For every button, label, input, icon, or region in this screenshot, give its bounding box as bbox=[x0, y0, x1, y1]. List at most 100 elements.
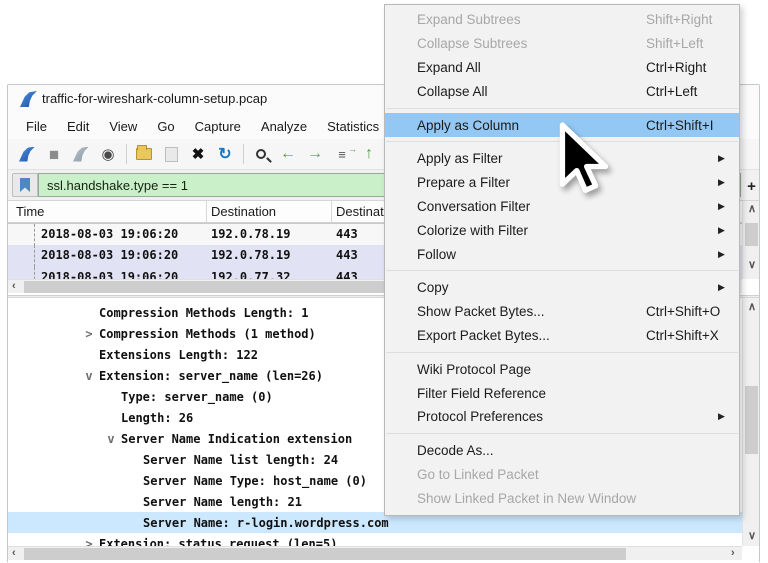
menu-item-expand-all[interactable]: Expand All Ctrl+Right bbox=[385, 56, 739, 80]
find-packet-icon[interactable] bbox=[250, 143, 272, 165]
tree-item-label: Type: server_name (0) bbox=[121, 390, 273, 404]
menu-item-shortcut: Ctrl+Shift+O bbox=[646, 304, 720, 319]
menu-item-colorize-with-filter[interactable]: Colorize with Filter ▶ bbox=[385, 218, 739, 242]
menu-item-decode-as[interactable]: Decode As... bbox=[385, 439, 739, 463]
capture-options-icon[interactable]: ◉ bbox=[97, 143, 119, 165]
packet-list-vscrollbar[interactable]: ∧ ∨ bbox=[742, 201, 759, 279]
cell-destination: 192.0.78.19 bbox=[211, 227, 290, 241]
wireshark-logo-icon bbox=[20, 91, 37, 107]
go-forward-icon[interactable]: → bbox=[304, 143, 326, 165]
first-packet-icon[interactable]: ↑ bbox=[358, 143, 380, 165]
menu-item-label: Colorize with Filter bbox=[417, 223, 528, 238]
menu-view[interactable]: View bbox=[99, 115, 147, 138]
menu-item-prepare-a-filter[interactable]: Prepare a Filter ▶ bbox=[385, 171, 739, 195]
scroll-down-icon[interactable]: ∨ bbox=[748, 259, 756, 272]
reload-file-icon[interactable]: ↻ bbox=[214, 143, 236, 165]
menu-item-apply-as-column[interactable]: Apply as Column Ctrl+Shift+I bbox=[385, 113, 739, 137]
cell-destination-port: 443 bbox=[336, 248, 358, 262]
menu-item-wiki-protocol-page[interactable]: Wiki Protocol Page bbox=[385, 357, 739, 381]
menu-item-label: Conversation Filter bbox=[417, 199, 530, 214]
context-menu: Expand Subtrees Shift+Right Collapse Sub… bbox=[384, 4, 740, 516]
menu-item-label: Decode As... bbox=[417, 443, 494, 458]
menu-capture[interactable]: Capture bbox=[185, 115, 251, 138]
menu-item-label: Wiki Protocol Page bbox=[417, 362, 531, 377]
window-title: traffic-for-wireshark-column-setup.pcap bbox=[42, 91, 267, 106]
filter-bookmark-button[interactable] bbox=[12, 173, 38, 197]
menu-separator bbox=[386, 433, 738, 434]
menu-item-apply-as-filter[interactable]: Apply as Filter ▶ bbox=[385, 147, 739, 171]
screen: traffic-for-wireshark-column-setup.pcap … bbox=[0, 0, 768, 563]
stop-capture-icon[interactable]: ■ bbox=[43, 143, 65, 165]
submenu-arrow-icon: ▶ bbox=[718, 177, 725, 188]
start-capture-icon[interactable] bbox=[16, 143, 38, 165]
menu-item-label: Follow bbox=[417, 247, 456, 262]
cell-time: 2018-08-03 19:06:20 bbox=[41, 227, 178, 241]
submenu-arrow-icon: ▶ bbox=[718, 411, 725, 422]
menu-item-show-linked-packet-in-new-window: Show Linked Packet in New Window bbox=[385, 486, 739, 510]
column-divider[interactable] bbox=[206, 201, 207, 223]
go-back-icon[interactable]: ← bbox=[277, 143, 299, 165]
menu-item-label: Export Packet Bytes... bbox=[417, 328, 550, 343]
menu-item-copy[interactable]: Copy ▶ bbox=[385, 276, 739, 300]
submenu-arrow-icon: ▶ bbox=[718, 249, 725, 260]
menu-go[interactable]: Go bbox=[147, 115, 184, 138]
scroll-down-icon[interactable]: ∨ bbox=[748, 530, 756, 543]
scrollbar-thumb[interactable] bbox=[745, 223, 758, 246]
filter-add-button[interactable]: + bbox=[744, 176, 759, 196]
chevron-down-icon[interactable]: v bbox=[101, 432, 121, 446]
detail-hscrollbar[interactable]: ‹ › bbox=[8, 546, 742, 560]
toolbar-separator bbox=[243, 144, 244, 164]
menu-item-shortcut: Ctrl+Shift+X bbox=[646, 328, 719, 343]
menu-statistics[interactable]: Statistics bbox=[317, 115, 389, 138]
menu-item-go-to-linked-packet: Go to Linked Packet bbox=[385, 463, 739, 487]
menu-file[interactable]: File bbox=[16, 115, 57, 138]
scrollbar-thumb[interactable] bbox=[745, 386, 758, 454]
chevron-down-icon[interactable]: v bbox=[79, 369, 99, 383]
menu-item-filter-field-reference[interactable]: Filter Field Reference bbox=[385, 381, 739, 405]
column-header-time[interactable]: Time bbox=[16, 204, 44, 219]
go-to-packet-icon[interactable]: ≡ bbox=[331, 143, 353, 165]
chevron-right-icon[interactable]: > bbox=[79, 327, 99, 341]
menu-item-follow[interactable]: Follow ▶ bbox=[385, 242, 739, 266]
tree-item-label: Extension: server_name (len=26) bbox=[99, 369, 323, 383]
scrollbar-thumb[interactable] bbox=[24, 548, 626, 560]
column-header-destination[interactable]: Destination bbox=[211, 204, 276, 219]
menu-separator bbox=[386, 270, 738, 271]
menu-item-collapse-all[interactable]: Collapse All Ctrl+Left bbox=[385, 79, 739, 103]
cell-destination-port: 443 bbox=[336, 227, 358, 241]
close-file-icon[interactable]: ✖ bbox=[187, 143, 209, 165]
menu-item-label: Apply as Filter bbox=[417, 151, 503, 166]
column-divider[interactable] bbox=[331, 201, 332, 223]
tree-item-label: Extensions Length: 122 bbox=[99, 348, 258, 362]
menu-item-label: Expand Subtrees bbox=[417, 12, 521, 27]
menu-edit[interactable]: Edit bbox=[57, 115, 99, 138]
cell-time: 2018-08-03 19:06:20 bbox=[41, 248, 178, 262]
scroll-left-icon[interactable]: ‹ bbox=[12, 280, 16, 293]
toolbar-separator bbox=[126, 144, 127, 164]
scroll-right-icon[interactable]: › bbox=[731, 547, 735, 560]
menu-analyze[interactable]: Analyze bbox=[251, 115, 317, 138]
bookmark-icon bbox=[20, 178, 30, 192]
menu-item-export-packet-bytes[interactable]: Export Packet Bytes... Ctrl+Shift+X bbox=[385, 324, 739, 348]
menu-item-label: Show Linked Packet in New Window bbox=[417, 491, 636, 506]
tree-item-label: Server Name Type: host_name (0) bbox=[143, 474, 367, 488]
submenu-arrow-icon: ▶ bbox=[718, 282, 725, 293]
menu-item-conversation-filter[interactable]: Conversation Filter ▶ bbox=[385, 195, 739, 219]
menu-separator bbox=[386, 108, 738, 109]
menu-item-show-packet-bytes[interactable]: Show Packet Bytes... Ctrl+Shift+O bbox=[385, 300, 739, 324]
display-filter-text: ssl.handshake.type == 1 bbox=[47, 178, 188, 193]
scroll-left-icon[interactable]: ‹ bbox=[12, 547, 16, 560]
menu-item-label: Filter Field Reference bbox=[417, 386, 546, 401]
save-file-icon[interactable] bbox=[160, 143, 182, 165]
detail-vscrollbar[interactable]: ∧ ∨ bbox=[742, 298, 759, 546]
menu-item-label: Expand All bbox=[417, 60, 481, 75]
restart-capture-icon[interactable] bbox=[70, 143, 92, 165]
menu-item-label: Copy bbox=[417, 280, 449, 295]
tree-item-label: Compression Methods Length: 1 bbox=[99, 306, 309, 320]
scroll-up-icon[interactable]: ∧ bbox=[748, 301, 756, 314]
scroll-up-icon[interactable]: ∧ bbox=[748, 203, 756, 216]
menu-item-protocol-preferences[interactable]: Protocol Preferences ▶ bbox=[385, 405, 739, 429]
menu-item-shortcut: Ctrl+Right bbox=[646, 60, 706, 75]
open-file-icon[interactable] bbox=[133, 143, 155, 165]
tree-item-label: Compression Methods (1 method) bbox=[99, 327, 316, 341]
